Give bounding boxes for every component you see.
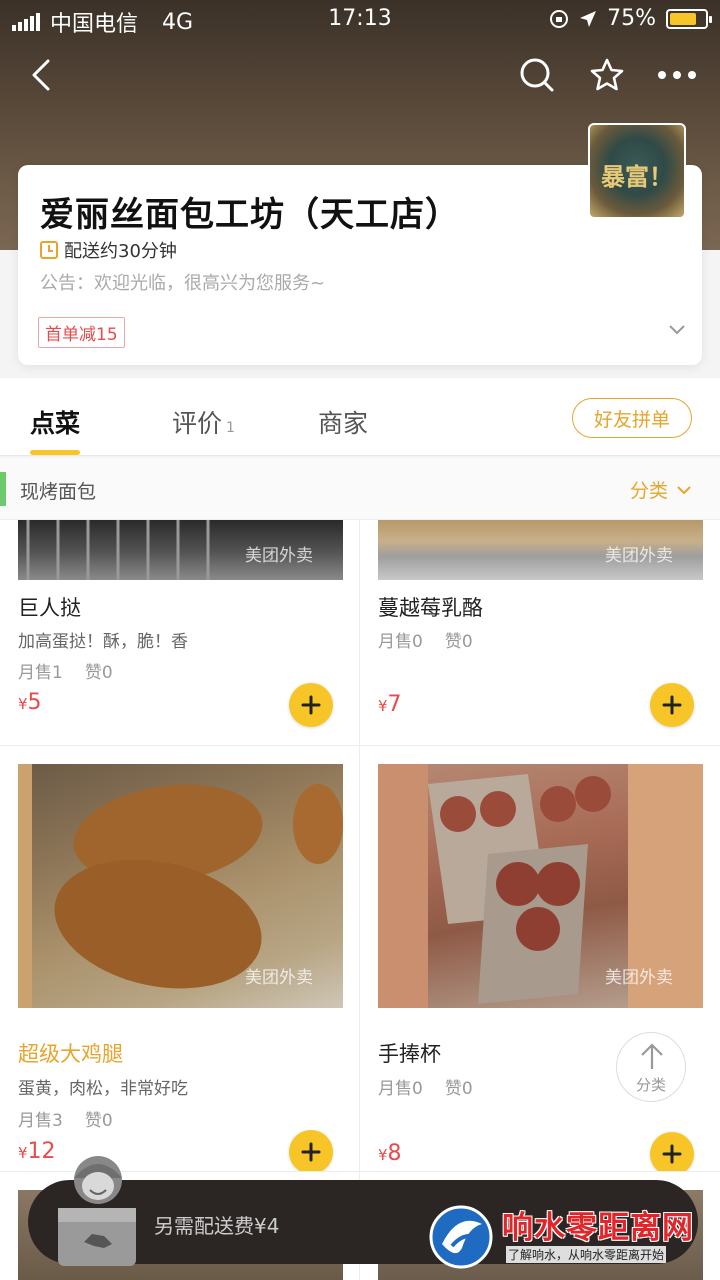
price-value: 5	[27, 690, 42, 715]
product-photo: 美团外卖	[378, 764, 703, 1008]
orientation-lock-icon	[550, 9, 569, 28]
delivery-time-label: 配送约30分钟	[64, 241, 177, 262]
plus-icon	[662, 1144, 682, 1164]
battery-icon	[666, 8, 712, 29]
product-name: 超级大鸡腿	[18, 1042, 123, 1066]
product-photo: 美团外卖	[18, 520, 343, 580]
monthly-sales: 月售0	[378, 1079, 423, 1099]
star-icon[interactable]	[582, 48, 632, 102]
add-to-cart-button[interactable]	[289, 1130, 333, 1174]
top-nav	[0, 48, 720, 102]
shop-info-card[interactable]: 爱丽丝面包工坊（天工店） 暴富！ 配送约30分钟 公告：欢迎光临，很高兴为您服务…	[18, 123, 702, 365]
currency-symbol: ¥	[18, 1144, 28, 1162]
active-tab-indicator	[30, 450, 80, 455]
plus-icon	[662, 695, 682, 715]
product-price: ¥8	[378, 1141, 402, 1166]
back-icon[interactable]	[16, 48, 66, 102]
product-card[interactable]: 美团外卖 蔓越莓乳酪 月售0 赞0 ¥7	[360, 520, 720, 745]
product-card[interactable]: 美团外卖 手捧杯 月售0 赞0 ¥8	[360, 746, 720, 1176]
category-name: 现烤面包	[20, 481, 97, 503]
product-stats: 月售1 赞0	[18, 658, 113, 683]
monthly-sales: 月售0	[378, 632, 423, 652]
photo-watermark: 美团外卖	[605, 968, 673, 988]
price-value: 8	[387, 1141, 402, 1166]
currency-symbol: ¥	[18, 695, 28, 713]
product-name: 巨人挞	[18, 596, 81, 620]
shop-logo: 暴富！	[588, 123, 686, 219]
product-stats: 月售0 赞0	[378, 1074, 473, 1099]
likes-count: 赞0	[444, 632, 473, 652]
add-to-cart-button[interactable]	[650, 1132, 694, 1176]
product-price: ¥12	[18, 1139, 56, 1164]
plus-icon	[301, 695, 321, 715]
scroll-up-category-button[interactable]: 分类	[616, 1032, 686, 1102]
tab-order[interactable]: 点菜	[30, 404, 80, 440]
plus-icon	[301, 1142, 321, 1162]
category-filter-label: 分类	[629, 480, 668, 502]
location-arrow-icon	[580, 10, 597, 27]
product-photo: 美团外卖	[378, 520, 703, 580]
product-description: 蛋黄，肉松，非常好吃	[18, 1079, 188, 1099]
category-marker	[0, 472, 6, 506]
site-slogan: 了解响水，从响水零距离开始	[506, 1246, 667, 1263]
chevron-down-icon[interactable]	[668, 321, 686, 340]
likes-count: 赞0	[84, 663, 113, 683]
clock-icon	[40, 241, 58, 259]
search-icon[interactable]	[512, 48, 562, 102]
delivery-fee-label: 另需配送费¥4	[154, 1214, 280, 1238]
photo-watermark: 美团外卖	[245, 968, 313, 988]
tab-merchant[interactable]: 商家	[318, 404, 368, 440]
tab-bar: 点菜 评价 1 商家 好友拼单	[0, 378, 720, 456]
group-order-button[interactable]: 好友拼单	[572, 398, 692, 438]
chevron-down-icon	[677, 485, 691, 494]
promo-badge: 首单减15	[38, 317, 125, 348]
photo-watermark: 美团外卖	[245, 546, 313, 566]
product-card[interactable]: 美团外卖 巨人挞 加高蛋挞！酥，脆！香 月售1 赞0 ¥5	[0, 520, 360, 745]
shop-logo-text: 暴富！	[601, 162, 673, 191]
product-name: 手捧杯	[378, 1042, 441, 1066]
product-photo: 美团外卖	[18, 764, 343, 1008]
delivery-time: 配送约30分钟	[40, 237, 177, 263]
product-price: ¥5	[18, 690, 42, 715]
tab-reviews-label: 评价	[172, 409, 223, 438]
shop-notice: 公告：欢迎光临，很高兴为您服务~	[40, 273, 326, 294]
photo-watermark: 美团外卖	[605, 546, 673, 566]
more-icon[interactable]	[652, 48, 702, 102]
product-stats: 月售0 赞0	[378, 627, 473, 652]
shop-name: 爱丽丝面包工坊（天工店）	[40, 195, 460, 235]
currency-symbol: ¥	[378, 697, 388, 715]
battery-percent: 75%	[607, 6, 656, 31]
product-stats: 月售3 赞0	[18, 1106, 113, 1131]
courier-cart-icon[interactable]	[54, 1150, 144, 1270]
tab-reviews[interactable]: 评价 1	[172, 404, 235, 440]
currency-symbol: ¥	[378, 1146, 388, 1164]
likes-count: 赞0	[84, 1111, 113, 1131]
arrow-up-icon	[641, 1043, 663, 1069]
monthly-sales: 月售3	[18, 1111, 63, 1131]
globe-logo-icon	[429, 1205, 493, 1269]
price-value: 12	[27, 1139, 56, 1164]
scroll-up-label: 分类	[635, 1076, 666, 1094]
status-bar: 中国电信 4G 17:13 75%	[0, 0, 720, 38]
site-watermark-logo: 响水零距离网 了解响水，从响水零距离开始	[428, 1200, 718, 1278]
price-value: 7	[387, 692, 402, 717]
add-to-cart-button[interactable]	[289, 683, 333, 727]
product-name: 蔓越莓乳酪	[378, 596, 483, 620]
product-price: ¥7	[378, 692, 402, 717]
monthly-sales: 月售1	[18, 663, 63, 683]
category-bar: 现烤面包 分类	[0, 458, 720, 520]
site-name: 响水零距离网	[502, 1210, 694, 1246]
likes-count: 赞0	[444, 1079, 473, 1099]
category-filter-button[interactable]: 分类	[630, 476, 692, 503]
product-description: 加高蛋挞！酥，脆！香	[18, 632, 188, 652]
product-card[interactable]: 美团外卖 超级大鸡腿 蛋黄，肉松，非常好吃 月售3 赞0 ¥12	[0, 746, 360, 1174]
reviews-count: 1	[226, 420, 235, 436]
add-to-cart-button[interactable]	[650, 683, 694, 727]
